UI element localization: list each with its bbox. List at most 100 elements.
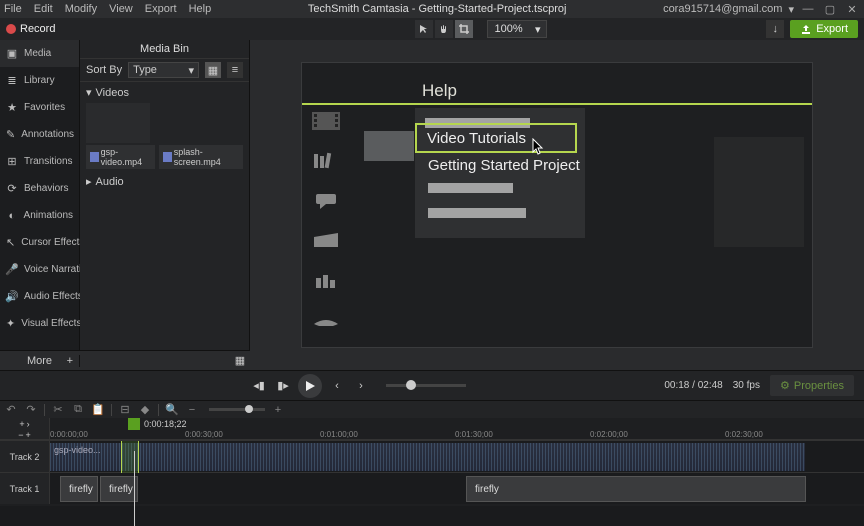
- menu-view[interactable]: View: [109, 3, 133, 15]
- media-group-videos[interactable]: ▾Videos: [80, 82, 249, 103]
- help-option-getting-started[interactable]: Getting Started Project: [428, 157, 580, 174]
- thumbnail: [364, 131, 414, 161]
- mic-icon: 🎤: [6, 263, 18, 276]
- export-button[interactable]: Export: [790, 20, 858, 38]
- chevron-down-icon[interactable]: ▾: [788, 3, 794, 16]
- media-item[interactable]: splash-screen.mp4: [159, 145, 243, 169]
- tool-library[interactable]: ≣Library: [0, 67, 79, 94]
- timeline-toolbar: ↶ ↷ ✂ ⧉ 📋 ⊟ ◆ 🔍 − +: [0, 400, 864, 418]
- play-button[interactable]: [298, 374, 322, 398]
- menu-help[interactable]: Help: [189, 3, 212, 15]
- plus-icon[interactable]: +: [19, 419, 24, 429]
- time-display: 00:18 / 02:48: [664, 380, 722, 391]
- step-back-button[interactable]: ▮▸: [274, 377, 292, 395]
- sort-by-select[interactable]: Type▾: [128, 62, 199, 78]
- hand-tool[interactable]: [435, 20, 453, 38]
- minimize-button[interactable]: —: [800, 2, 816, 16]
- track-content[interactable]: firefly firefly firefly: [50, 473, 864, 504]
- record-label: Record: [20, 23, 55, 35]
- plus-icon[interactable]: +: [26, 430, 31, 440]
- library-icon: ≣: [6, 74, 18, 87]
- cut-button[interactable]: ✂: [51, 403, 65, 417]
- share-dropdown[interactable]: ↓: [766, 20, 784, 38]
- tool-favorites[interactable]: ★Favorites: [0, 94, 79, 121]
- view-list[interactable]: ≡: [227, 62, 243, 78]
- tool-behaviors[interactable]: ⟳Behaviors: [0, 175, 79, 202]
- annotations-icon: ✎: [6, 128, 15, 141]
- zoom-out-button[interactable]: −: [185, 403, 199, 417]
- marker-button[interactable]: ◆: [138, 403, 152, 417]
- close-button[interactable]: ✕: [844, 2, 860, 16]
- tool-audio-effects[interactable]: 🔊Audio Effects: [0, 283, 79, 310]
- media-thumbnail[interactable]: [86, 103, 150, 143]
- prev-frame-button[interactable]: ◂▮: [250, 377, 268, 395]
- zoom-fit-button[interactable]: 🔍: [165, 403, 179, 417]
- animations-icon: ◐: [6, 210, 18, 222]
- tool-annotations[interactable]: ✎Annotations: [0, 121, 79, 148]
- speaker-icon: 🔊: [6, 290, 18, 303]
- audio-clip[interactable]: firefly: [466, 476, 806, 502]
- maximize-button[interactable]: ▢: [822, 2, 838, 16]
- zoom-in-button[interactable]: +: [271, 403, 285, 417]
- track-header-controls[interactable]: +›: [0, 418, 50, 430]
- cursor-icon: ↖: [6, 236, 15, 249]
- audio-clip[interactable]: firefly: [100, 476, 138, 502]
- arrow-tool[interactable]: [415, 20, 433, 38]
- menu-export[interactable]: Export: [145, 3, 177, 15]
- playhead[interactable]: 0:00:18;22: [128, 418, 187, 430]
- track-header-controls[interactable]: −+: [0, 430, 50, 439]
- tool-animations[interactable]: ◐Animations: [0, 202, 79, 229]
- tool-voice-narration[interactable]: 🎤Voice Narration: [0, 256, 79, 283]
- apps-view[interactable]: ▦: [230, 354, 250, 367]
- properties-button[interactable]: ⚙Properties: [770, 375, 854, 396]
- track-label[interactable]: Track 1: [0, 473, 50, 504]
- undo-button[interactable]: ↶: [4, 403, 18, 417]
- track-label[interactable]: Track 2: [0, 441, 50, 472]
- media-bin-title: Media Bin: [80, 40, 249, 59]
- volume-slider[interactable]: [386, 384, 466, 387]
- zoom-select[interactable]: 100% ▾: [487, 20, 547, 38]
- timeline-ruler[interactable]: 0:00:00;00 0:00:30;00 0:01:00;00 0:01:30…: [50, 430, 864, 439]
- crop-tool[interactable]: [455, 20, 473, 38]
- redo-button[interactable]: ↷: [24, 403, 38, 417]
- step-fwd-button[interactable]: ‹: [328, 377, 346, 395]
- more-button[interactable]: More+: [0, 355, 80, 367]
- menu-modify[interactable]: Modify: [65, 3, 97, 15]
- help-option-video-tutorials[interactable]: Video Tutorials: [415, 123, 577, 153]
- split-button[interactable]: ⊟: [118, 403, 132, 417]
- selection-region[interactable]: [121, 441, 139, 473]
- audio-clip[interactable]: firefly: [60, 476, 98, 502]
- tool-cursor-effects[interactable]: ↖Cursor Effects: [0, 229, 79, 256]
- view-grid[interactable]: ▦: [205, 62, 221, 78]
- user-email[interactable]: cora915714@gmail.com: [663, 3, 782, 15]
- chevron-down-icon: ▾: [535, 23, 541, 36]
- slider-knob[interactable]: [245, 405, 253, 413]
- accent-line: [302, 103, 812, 105]
- playhead-marker-icon[interactable]: [128, 418, 140, 430]
- minus-icon[interactable]: −: [18, 430, 23, 440]
- media-group-audio[interactable]: ▸Audio: [80, 171, 249, 192]
- chevron-icon[interactable]: ›: [27, 419, 30, 429]
- menu-file[interactable]: File: [4, 3, 22, 15]
- chevron-down-icon: ▾: [86, 86, 92, 99]
- video-clip[interactable]: gsp-video...: [50, 443, 805, 471]
- track-content[interactable]: gsp-video...: [50, 441, 864, 472]
- books-icon: [312, 151, 340, 171]
- canvas-frame[interactable]: Help Video Tutorials Getting Started Pro…: [301, 62, 813, 348]
- tool-transitions[interactable]: ⊞Transitions: [0, 148, 79, 175]
- menu-edit[interactable]: Edit: [34, 3, 53, 15]
- tool-visual-effects[interactable]: ✦Visual Effects: [0, 310, 79, 337]
- copy-button[interactable]: ⧉: [71, 403, 85, 417]
- rect-icon: [312, 231, 340, 251]
- film-icon: [163, 152, 172, 162]
- record-button[interactable]: Record: [6, 23, 55, 35]
- slider-knob[interactable]: [406, 380, 416, 390]
- playhead-line[interactable]: [134, 451, 135, 526]
- next-frame-button[interactable]: ›: [352, 377, 370, 395]
- tool-media[interactable]: ▣Media: [0, 40, 79, 67]
- timeline-zoom-slider[interactable]: [209, 408, 265, 411]
- chevron-down-icon: ▾: [188, 64, 194, 77]
- tools-panel: ▣Media ≣Library ★Favorites ✎Annotations …: [0, 40, 80, 370]
- paste-button[interactable]: 📋: [91, 403, 105, 417]
- media-item[interactable]: gsp-video.mp4: [86, 145, 155, 169]
